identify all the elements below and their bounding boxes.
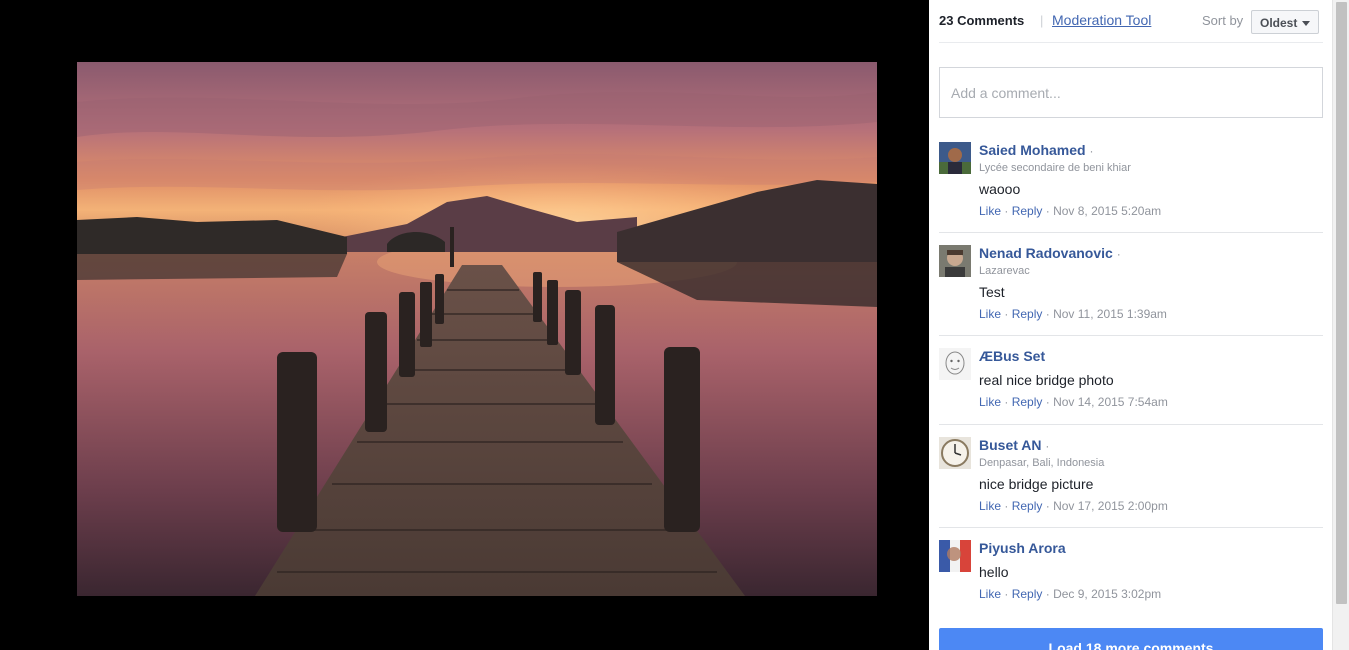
- panel-scrollbar[interactable]: [1332, 0, 1349, 650]
- like-link[interactable]: Like: [979, 204, 1001, 218]
- reply-link[interactable]: Reply: [1012, 204, 1043, 218]
- comment-item: ÆBus Set real nice bridge photo Like · R…: [939, 348, 1323, 425]
- action-separator: ·: [1004, 499, 1009, 513]
- avatar[interactable]: [939, 245, 971, 277]
- comment-actions: Like · Reply · Nov 11, 2015 1:39am: [979, 306, 1323, 322]
- header-separator: |: [1040, 13, 1044, 28]
- action-separator: ·: [1004, 395, 1009, 409]
- comment-timestamp[interactable]: Nov 8, 2015 5:20am: [1053, 204, 1161, 218]
- avatar[interactable]: [939, 142, 971, 174]
- comment-author[interactable]: Piyush Arora: [979, 540, 1066, 556]
- comments-panel: 23 Comments | Moderation Tool Sort by Ol…: [929, 0, 1349, 650]
- reply-link[interactable]: Reply: [1012, 307, 1043, 321]
- comment-count: 23 Comments: [939, 13, 1025, 28]
- comment-item: Nenad Radovanovic · Lazarevac Test Like …: [939, 245, 1323, 336]
- caret-down-icon: [1302, 21, 1310, 26]
- comment-author[interactable]: Saied Mohamed: [979, 142, 1086, 158]
- action-separator: ·: [1045, 587, 1050, 601]
- comment-item: Saied Mohamed · Lycée secondaire de beni…: [939, 142, 1323, 233]
- sort-by-label: Sort by: [1202, 13, 1244, 28]
- comment-text: Test: [979, 284, 1005, 300]
- action-separator: ·: [1045, 307, 1050, 321]
- reply-link[interactable]: Reply: [1012, 587, 1043, 601]
- comment-text: hello: [979, 564, 1009, 580]
- action-separator: ·: [1004, 307, 1009, 321]
- comment-author[interactable]: ÆBus Set: [979, 348, 1045, 364]
- comment-timestamp[interactable]: Nov 17, 2015 2:00pm: [1053, 499, 1168, 513]
- author-separator: ·: [1116, 247, 1121, 261]
- reply-link[interactable]: Reply: [1012, 395, 1043, 409]
- comment-timestamp[interactable]: Dec 9, 2015 3:02pm: [1053, 587, 1161, 601]
- action-separator: ·: [1045, 204, 1050, 218]
- like-link[interactable]: Like: [979, 587, 1001, 601]
- comment-item: Piyush Arora hello Like · Reply · Dec 9,…: [939, 540, 1323, 606]
- comments-header: 23 Comments | Moderation Tool Sort by Ol…: [939, 10, 1323, 43]
- author-affiliation: Denpasar, Bali, Indonesia: [979, 457, 1105, 469]
- comment-text: nice bridge picture: [979, 476, 1094, 492]
- photo-viewer: [0, 0, 929, 650]
- action-separator: ·: [1004, 204, 1009, 218]
- author-separator: ·: [1045, 439, 1050, 453]
- like-link[interactable]: Like: [979, 307, 1001, 321]
- action-separator: ·: [1045, 499, 1050, 513]
- comment-author[interactable]: Buset AN: [979, 437, 1042, 453]
- moderation-tool-link[interactable]: Moderation Tool: [1052, 12, 1151, 28]
- load-more-comments-button[interactable]: Load 18 more comments: [939, 628, 1323, 650]
- action-separator: ·: [1045, 395, 1050, 409]
- scrollbar-thumb[interactable]: [1336, 2, 1347, 604]
- sort-order-select[interactable]: Oldest: [1251, 10, 1319, 34]
- like-link[interactable]: Like: [979, 499, 1001, 513]
- comment-actions: Like · Reply · Nov 17, 2015 2:00pm: [979, 498, 1323, 514]
- comment-actions: Like · Reply · Dec 9, 2015 3:02pm: [979, 586, 1323, 602]
- sort-order-value: Oldest: [1260, 16, 1298, 30]
- avatar[interactable]: [939, 348, 971, 380]
- comment-text: real nice bridge photo: [979, 372, 1114, 388]
- avatar[interactable]: [939, 437, 971, 469]
- action-separator: ·: [1004, 587, 1009, 601]
- comment-item: Buset AN · Denpasar, Bali, Indonesia nic…: [939, 437, 1323, 528]
- comment-timestamp[interactable]: Nov 11, 2015 1:39am: [1053, 307, 1167, 321]
- comment-actions: Like · Reply · Nov 14, 2015 7:54am: [979, 394, 1323, 410]
- author-affiliation: Lazarevac: [979, 265, 1030, 277]
- author-affiliation: Lycée secondaire de beni khiar: [979, 162, 1131, 174]
- sunset-pier-photo[interactable]: [77, 62, 877, 596]
- comment-author[interactable]: Nenad Radovanovic: [979, 245, 1113, 261]
- comment-text: waooo: [979, 181, 1021, 197]
- like-link[interactable]: Like: [979, 395, 1001, 409]
- add-comment-input[interactable]: [939, 67, 1323, 118]
- comment-actions: Like · Reply · Nov 8, 2015 5:20am: [979, 203, 1323, 219]
- author-separator: ·: [1089, 144, 1094, 158]
- comment-timestamp[interactable]: Nov 14, 2015 7:54am: [1053, 395, 1168, 409]
- avatar[interactable]: [939, 540, 971, 572]
- reply-link[interactable]: Reply: [1012, 499, 1043, 513]
